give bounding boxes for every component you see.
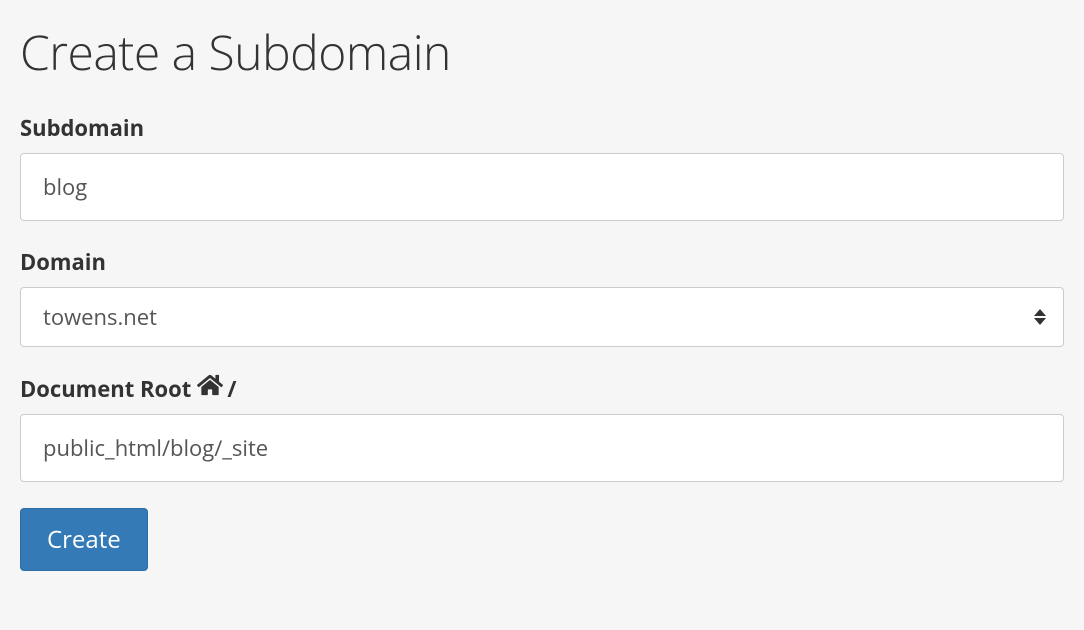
subdomain-label: Subdomain [20,113,1064,143]
page-title: Create a Subdomain [20,20,1064,85]
document-root-slash: / [227,374,236,404]
domain-select[interactable]: towens.net [20,287,1064,347]
home-icon [197,373,223,404]
document-root-label: Document Root / [20,373,1064,404]
document-root-input[interactable] [20,414,1064,482]
domain-label: Domain [20,247,1064,277]
create-button[interactable]: Create [20,508,148,571]
subdomain-input[interactable] [20,153,1064,221]
document-root-label-text: Document Root [20,374,191,404]
